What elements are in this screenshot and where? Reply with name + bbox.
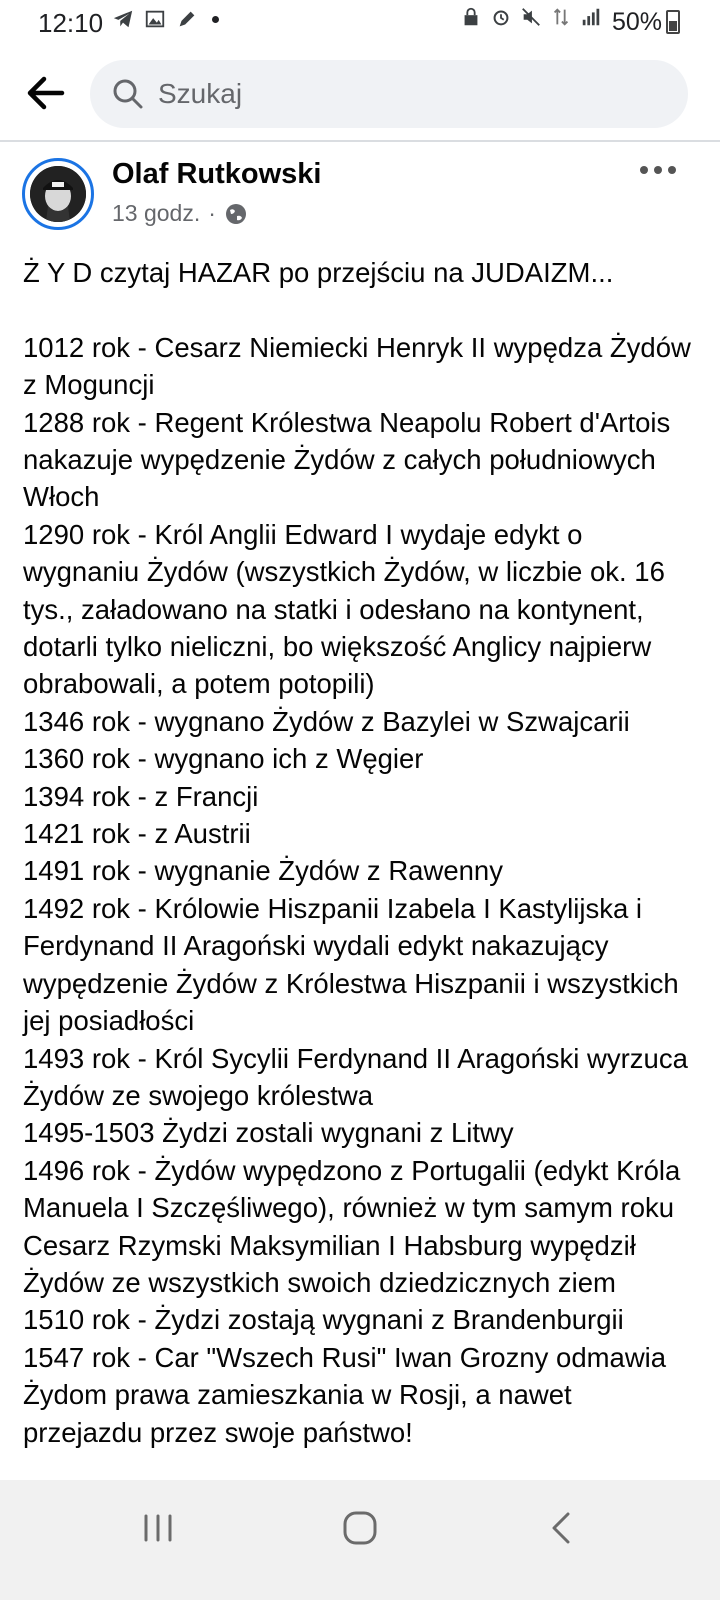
post-text: Ż Y D czytaj HAZAR po przejściu na JUDAI… (23, 254, 693, 1451)
post-line: 1496 rok - Żydów wypędzono z Portugalii … (23, 1154, 688, 1298)
post-line: 1491 rok - wygnanie Żydów z Rawenny (23, 855, 503, 887)
battery-percentage: 50% (611, 8, 662, 36)
gallery-icon (145, 10, 165, 28)
search-icon (113, 79, 143, 109)
system-nav-bar (0, 1480, 720, 1600)
meta-separator: · (208, 200, 216, 226)
post-line: 1360 rok - wygnano ich z Węgier (23, 743, 424, 775)
lock-icon (464, 7, 478, 26)
data-icon (553, 8, 569, 26)
post-line: 1394 rok - z Francji (23, 780, 259, 812)
avatar[interactable] (22, 158, 94, 230)
post-meta: 13 godz. · (112, 200, 248, 227)
post-intro: Ż Y D czytaj HAZAR po przejściu na JUDAI… (23, 257, 614, 288)
avatar-image (30, 166, 86, 222)
post-line: 1492 rok - Królowie Hiszpanii Izabela I … (23, 892, 687, 1037)
search-header (0, 50, 720, 142)
post-line: 1290 rok - Król Anglii Edward I wydaje e… (23, 518, 673, 700)
mute-icon (522, 8, 540, 26)
status-notification-icons (112, 8, 219, 30)
post-line: 1012 rok - Cesarz Niemiecki Henryk II wy… (23, 331, 699, 401)
recent-apps-icon[interactable] (140, 1510, 176, 1546)
home-icon[interactable] (340, 1508, 380, 1548)
post-line: 1421 rok - z Austrii (23, 818, 251, 850)
back-arrow-icon[interactable] (22, 70, 68, 116)
author-name[interactable]: Olaf Rutkowski (112, 158, 322, 191)
avatar-photo (30, 166, 86, 222)
post-line: 1346 rok - wygnano Żydów z Bazylei w Szw… (23, 705, 630, 737)
post-line: 1288 rok - Regent Królestwa Neapolu Robe… (23, 406, 678, 513)
alarm-icon (493, 10, 509, 26)
search-input[interactable] (158, 60, 658, 128)
nav-back-icon[interactable] (544, 1508, 580, 1548)
post-line: 1495-1503 Żydzi zostali wygnani z Litwy (23, 1117, 514, 1149)
status-bar: 12:10 50% (0, 0, 720, 44)
post-line: 1547 rok - Car "Wszech Rusi" Iwan Grozny… (23, 1341, 674, 1448)
battery-icon (666, 10, 680, 34)
telegram-icon (113, 10, 133, 28)
search-bar[interactable] (90, 60, 688, 128)
post-line: 1493 rok - Król Sycylii Ferdynand II Ara… (23, 1042, 696, 1111)
more-notifications-dot (212, 15, 219, 23)
globe-icon (225, 203, 246, 224)
edit-icon (179, 11, 195, 27)
signal-icon (582, 8, 600, 26)
post-time[interactable]: 13 godz. (112, 200, 200, 227)
post-line: 1510 rok - Żydzi zostają wygnani z Brand… (23, 1304, 624, 1336)
more-options-icon[interactable] (640, 160, 680, 180)
status-system-icons (460, 6, 602, 28)
status-time: 12:10 (38, 8, 104, 38)
